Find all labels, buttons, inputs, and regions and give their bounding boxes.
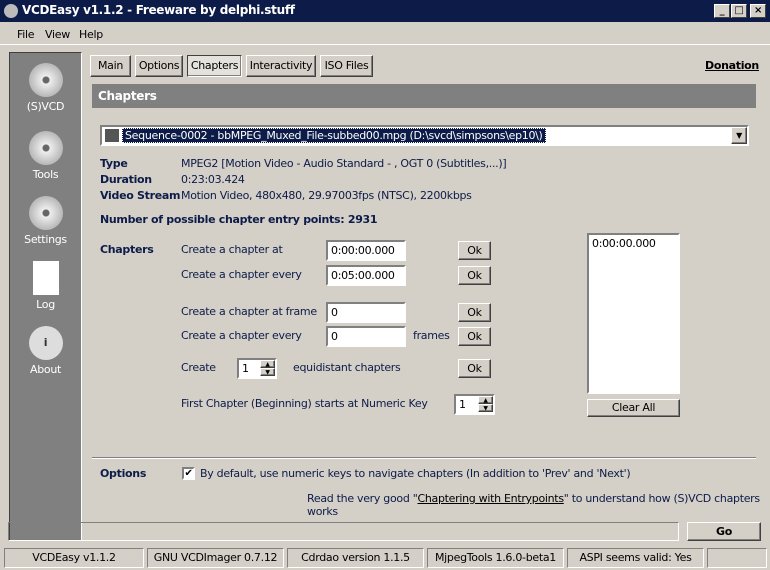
- equidistant-label: equidistant chapters: [293, 361, 401, 374]
- sidebar-item-log[interactable]: Log: [10, 261, 81, 311]
- sidebar-label: Tools: [32, 168, 59, 181]
- first-chapter-key-spinner[interactable]: 1 ▲ ▼: [454, 394, 495, 415]
- chapter-frame-label: Create a chapter at frame: [181, 305, 317, 318]
- first-chapter-label: First Chapter (Beginning) starts at Nume…: [181, 397, 428, 410]
- chapter-at-input[interactable]: 0:00:00.000: [326, 240, 406, 261]
- donation-link[interactable]: Donation: [705, 59, 759, 72]
- create-label: Create: [181, 361, 216, 374]
- menu-bar: [0, 23, 770, 45]
- minimize-button[interactable]: _: [714, 4, 730, 18]
- spinner-arrows[interactable]: ▲ ▼: [478, 396, 493, 413]
- tab-iso-files[interactable]: ISO Files: [320, 55, 373, 77]
- tab-chapters[interactable]: Chapters: [187, 55, 242, 77]
- equidistant-count-value: 1: [242, 362, 249, 375]
- close-button[interactable]: ×: [750, 4, 766, 18]
- chapter-every-frames-input[interactable]: 0: [326, 326, 406, 347]
- chapters-listbox[interactable]: 0:00:00.000: [587, 233, 680, 394]
- title-bar: VCDEasy v1.1.2 - Freeware by delphi.stuf…: [0, 0, 770, 22]
- video-stream-label: Video Stream: [100, 189, 181, 202]
- sidebar-label: (S)VCD: [26, 100, 65, 113]
- equidistant-count-spinner[interactable]: 1 ▲ ▼: [237, 358, 277, 379]
- log-icon: [32, 261, 59, 295]
- menu-view[interactable]: View: [45, 28, 70, 41]
- app-icon: [4, 4, 18, 18]
- tab-options[interactable]: Options: [135, 55, 183, 77]
- maximize-button[interactable]: □: [731, 4, 747, 18]
- progress-bar: [8, 522, 679, 541]
- chapter-at-label: Create a chapter at: [181, 243, 283, 256]
- svcd-disc-icon: [28, 63, 63, 97]
- sidebar: (S)VCD Tools Settings Log i About: [9, 52, 82, 541]
- chapter-frame-ok-button[interactable]: Ok: [458, 303, 491, 322]
- tools-icon: [28, 131, 63, 165]
- file-select[interactable]: Sequence-0002 - bbMPEG_Muxed_File-subbed…: [100, 125, 749, 146]
- go-button[interactable]: Go: [687, 522, 761, 541]
- sidebar-item-svcd[interactable]: (S)VCD: [10, 63, 81, 113]
- type-value: MPEG2 [Motion Video - Audio Standard - ,…: [181, 157, 507, 170]
- chapter-every-label: Create a chapter every: [181, 268, 302, 281]
- chapters-label: Chapters: [100, 243, 154, 256]
- sidebar-label: About: [29, 363, 62, 376]
- status-vcdeasy: VCDEasy v1.1.2: [4, 548, 144, 568]
- file-select-value: Sequence-0002 - bbMPEG_Muxed_File-subbed…: [122, 128, 546, 143]
- entry-points-count: Number of possible chapter entry points:…: [100, 213, 378, 226]
- video-stream-value: Motion Video, 480x480, 29.97003fps (NTSC…: [181, 189, 472, 202]
- read-hint-pre: Read the very good ": [307, 492, 418, 505]
- sidebar-label: Log: [36, 298, 55, 311]
- numeric-keys-label: By default, use numeric keys to navigate…: [200, 467, 631, 480]
- sidebar-item-settings[interactable]: Settings: [10, 196, 81, 246]
- frames-unit-label: frames: [413, 329, 450, 342]
- clear-all-button[interactable]: Clear All: [587, 399, 680, 417]
- chapter-every-frames-ok-button[interactable]: Ok: [458, 327, 491, 346]
- menu-file[interactable]: File: [17, 28, 35, 41]
- status-aspi: ASPI seems valid: Yes: [567, 548, 704, 568]
- sidebar-label: Settings: [24, 233, 67, 246]
- status-mjpegtools: MjpegTools 1.6.0-beta1: [427, 548, 564, 568]
- menu-help[interactable]: Help: [79, 28, 103, 41]
- chapter-every-input[interactable]: 0:05:00.000: [326, 265, 406, 286]
- chapter-list-item[interactable]: 0:00:00.000: [592, 237, 675, 250]
- type-label: Type: [100, 157, 128, 170]
- tab-interactivity[interactable]: Interactivity: [246, 55, 316, 77]
- read-hint: Read the very good "Chaptering with Entr…: [307, 492, 770, 518]
- size-grip[interactable]: [707, 548, 767, 568]
- film-icon: [105, 129, 119, 142]
- settings-icon: [28, 196, 63, 230]
- sidebar-item-tools[interactable]: Tools: [10, 131, 81, 181]
- chapter-at-ok-button[interactable]: Ok: [458, 241, 491, 260]
- chapter-every-ok-button[interactable]: Ok: [458, 266, 491, 285]
- chapter-every-frames-label: Create a chapter every: [181, 329, 302, 342]
- duration-value: 0:23:03.424: [181, 173, 245, 186]
- about-icon: i: [28, 326, 63, 360]
- section-title: Chapters: [92, 84, 756, 108]
- window-title: VCDEasy v1.1.2 - Freeware by delphi.stuf…: [22, 3, 295, 17]
- first-chapter-key-value: 1: [459, 398, 466, 411]
- status-cdrdao: Cdrdao version 1.1.5: [287, 548, 424, 568]
- divider: [92, 457, 756, 459]
- duration-label: Duration: [100, 173, 152, 186]
- status-vcdimager: GNU VCDImager 0.7.12: [147, 548, 284, 568]
- chevron-down-icon[interactable]: ▼: [731, 127, 747, 144]
- numeric-keys-checkbox[interactable]: ✔: [182, 467, 195, 480]
- spinner-arrows[interactable]: ▲ ▼: [260, 360, 275, 377]
- tab-main[interactable]: Main: [90, 55, 131, 77]
- chaptering-link[interactable]: Chaptering with Entrypoints: [417, 492, 564, 505]
- sidebar-item-about[interactable]: i About: [10, 326, 81, 376]
- chapter-frame-input[interactable]: 0: [326, 302, 406, 323]
- equidistant-ok-button[interactable]: Ok: [458, 359, 491, 378]
- options-label: Options: [100, 467, 147, 480]
